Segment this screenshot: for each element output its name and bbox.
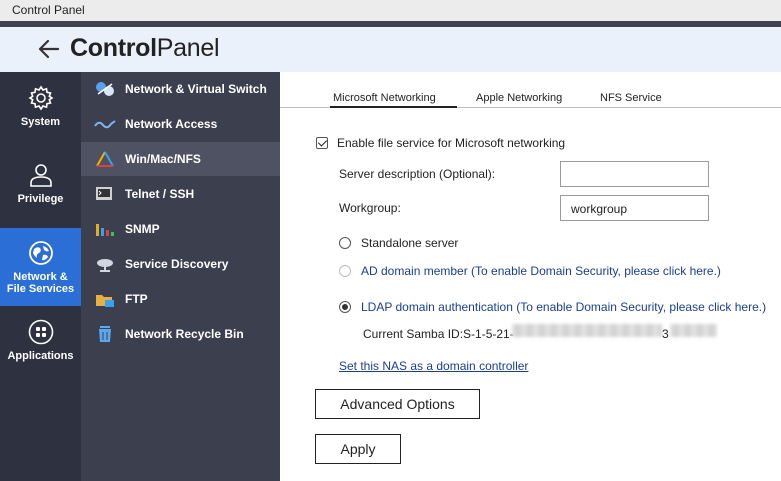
- submenu-service-discovery[interactable]: Service Discovery: [81, 247, 280, 281]
- tab-microsoft-networking[interactable]: Microsoft Networking: [330, 92, 457, 108]
- network-switch-icon: [96, 82, 114, 96]
- submenu-network-recycle-bin[interactable]: Network Recycle Bin: [81, 317, 280, 351]
- submenu-label: Network Recycle Bin: [125, 327, 244, 341]
- advanced-options-button[interactable]: Advanced Options: [315, 389, 480, 419]
- standalone-server-label: Standalone server: [361, 236, 459, 250]
- category-privilege-label: Privilege: [17, 193, 64, 205]
- ldap-domain-auth-label[interactable]: LDAP domain authentication (To enable Do…: [361, 300, 766, 314]
- enable-microsoft-networking-checkbox[interactable]: [316, 137, 328, 149]
- category-applications-label: Applications: [7, 350, 74, 362]
- globe-icon: [28, 241, 53, 265]
- submenu-label: Service Discovery: [125, 257, 229, 271]
- satellite-dish-icon: [97, 259, 113, 272]
- category-network-label-line2: File Services: [6, 283, 75, 295]
- submenu-snmp[interactable]: SNMP: [81, 212, 280, 246]
- gear-icon: [27, 85, 54, 111]
- recycle-bin-icon: [99, 326, 111, 342]
- window-titlebar: Control Panel: [0, 0, 781, 21]
- submenu-label: Network & Virtual Switch: [125, 82, 267, 96]
- page-header: ControlPanel: [0, 27, 781, 72]
- server-description-label: Server description (Optional):: [339, 167, 496, 181]
- page-title-bold: Control: [70, 34, 157, 62]
- ftp-folder-icon: [96, 295, 114, 307]
- server-description-input[interactable]: [560, 161, 709, 187]
- submenu-network-access[interactable]: Network Access: [81, 107, 280, 141]
- category-network-label-line1: Network &: [13, 271, 68, 283]
- enable-microsoft-networking-label: Enable file service for Microsoft networ…: [337, 136, 566, 150]
- submenu-label: Network Access: [125, 117, 218, 131]
- apps-grid-icon: [28, 319, 53, 345]
- samba-id-redacted: [512, 324, 662, 337]
- user-icon: [29, 164, 52, 187]
- category-sidebar: System Privilege Network & File Services…: [0, 72, 81, 481]
- submenu-sidebar: Network & Virtual Switch Network Access …: [81, 72, 280, 481]
- samba-id-label: Current Samba ID:S-1-5-21-: [363, 327, 514, 341]
- submenu-network-virtual-switch[interactable]: Network & Virtual Switch: [81, 72, 280, 106]
- domain-controller-link[interactable]: Set this NAS as a domain controller: [339, 359, 528, 373]
- page-title-light: Panel: [156, 34, 220, 62]
- submenu-label: SNMP: [125, 222, 160, 236]
- submenu-win-mac-nfs[interactable]: Win/Mac/NFS: [81, 142, 280, 176]
- standalone-server-radio[interactable]: [339, 237, 351, 249]
- back-arrow-icon[interactable]: [38, 39, 60, 59]
- submenu-telnet-ssh[interactable]: Telnet / SSH: [81, 177, 280, 211]
- category-system-label: System: [20, 116, 61, 128]
- category-privilege[interactable]: Privilege: [0, 162, 81, 222]
- tab-apple-networking[interactable]: Apple Networking: [476, 92, 562, 104]
- submenu-ftp[interactable]: FTP: [81, 282, 280, 316]
- category-system[interactable]: System: [0, 85, 81, 145]
- tab-nfs-service[interactable]: NFS Service: [600, 92, 662, 104]
- window-title: Control Panel: [12, 3, 85, 17]
- samba-id-fragment: 3: [662, 327, 669, 341]
- workgroup-label: Workgroup:: [339, 201, 401, 215]
- page-title: ControlPanel: [70, 34, 220, 63]
- network-access-icon: [94, 120, 116, 129]
- bar-chart-icon: [96, 224, 114, 236]
- ldap-domain-auth-radio[interactable]: [339, 301, 351, 313]
- ad-domain-member-label[interactable]: AD domain member (To enable Domain Secur…: [361, 264, 721, 278]
- submenu-label: Telnet / SSH: [125, 187, 195, 201]
- submenu-label: FTP: [125, 292, 148, 306]
- category-network-file-services[interactable]: Network & File Services: [0, 228, 81, 306]
- apply-button[interactable]: Apply: [315, 434, 401, 464]
- win-mac-nfs-icon: [96, 151, 114, 167]
- ad-domain-member-radio[interactable]: [339, 265, 351, 277]
- workgroup-input[interactable]: workgroup: [560, 195, 709, 221]
- category-applications[interactable]: Applications: [0, 319, 81, 379]
- content-panel: Microsoft Networking Apple Networking NF…: [280, 72, 781, 481]
- tab-bar: Microsoft Networking Apple Networking NF…: [280, 90, 781, 108]
- submenu-label: Win/Mac/NFS: [125, 152, 201, 166]
- samba-id-redacted-end: [670, 324, 717, 337]
- terminal-icon: [96, 187, 112, 200]
